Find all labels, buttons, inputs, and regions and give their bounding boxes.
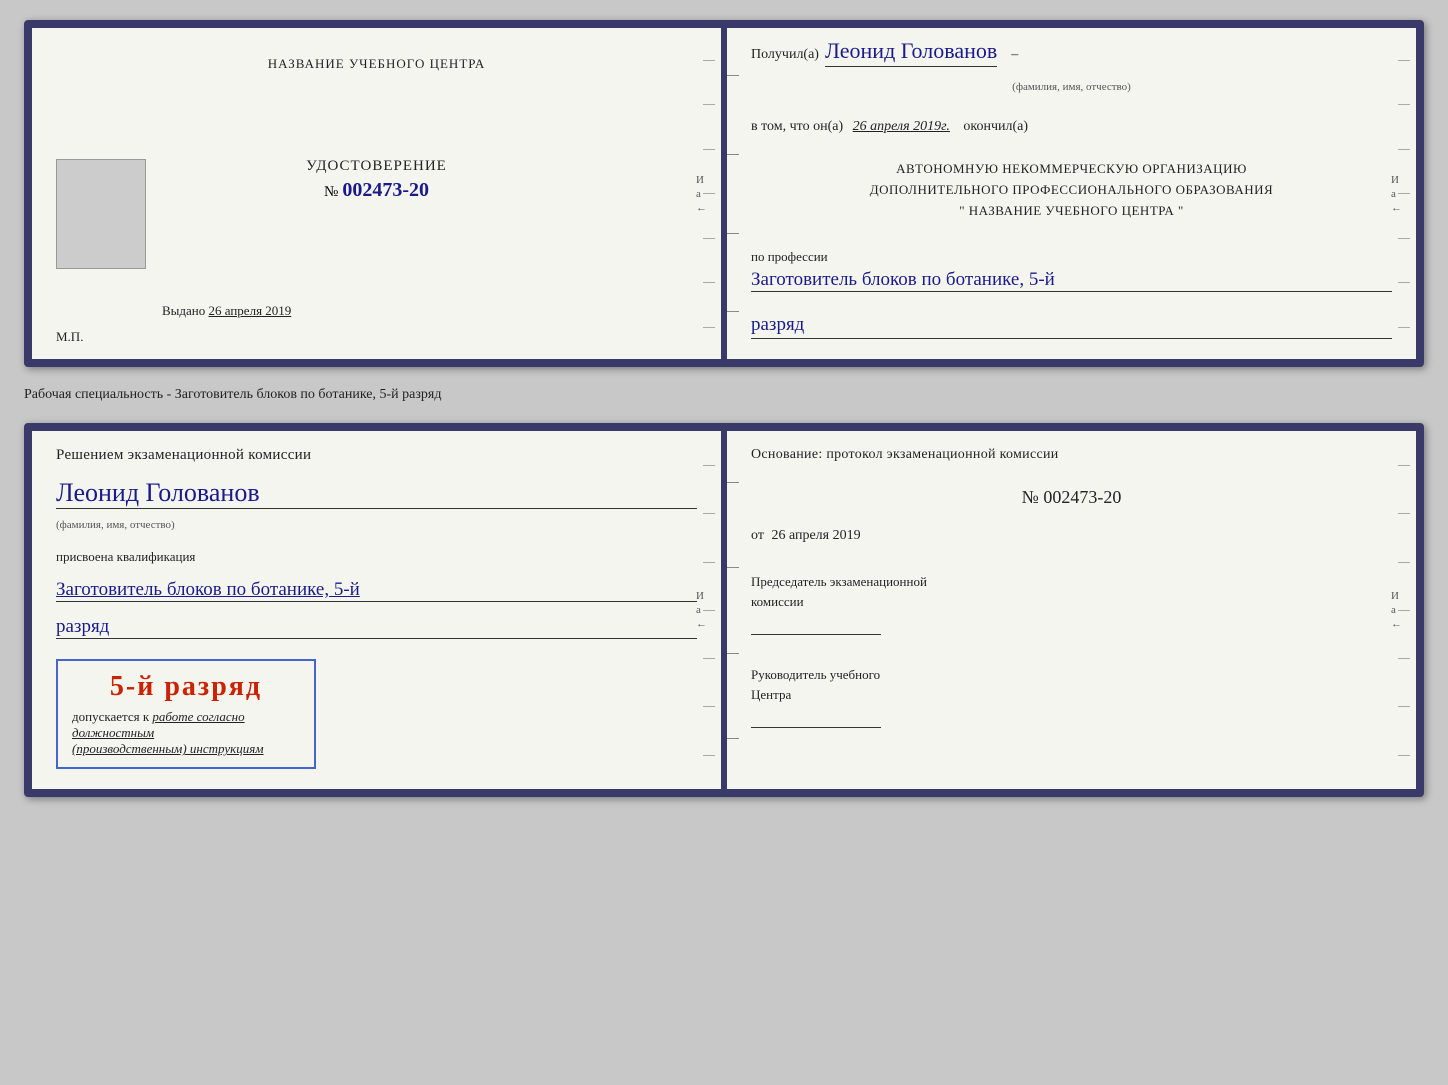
fio-hint-top: (фамилия, имя, отчество) [751,81,1392,93]
chairman-sig-line [751,615,881,635]
date-val: 26 апреля 2019г. [853,119,950,134]
issued-date: 26 апреля 2019 [209,303,292,318]
top-left-panel: НАЗВАНИЕ УЧЕБНОГО ЦЕНТРА УДОСТОВЕРЕНИЕ №… [32,28,721,359]
bottom-left-panel: Решением экзаменационной комиссии Леонид… [32,431,721,789]
bottom-document-card: Решением экзаменационной комиссии Леонид… [24,423,1424,797]
issued-date-line: Выдано 26 апреля 2019 [162,303,291,319]
spine-deco-right [721,28,739,359]
head-label-text: Руководитель учебного [751,667,880,682]
received-line: Получил(а) Леонид Голованов – [751,38,1392,67]
chairman-label2: комиссии [751,594,804,609]
person-name-top: Леонид Голованов [825,38,997,67]
training-center-label: НАЗВАНИЕ УЧЕБНОГО ЦЕНТРА [268,56,485,72]
proto-date-prefix: от [751,528,764,543]
head-label2: Центра [751,687,791,702]
proto-number: № 002473-20 [751,487,1392,508]
head-label: Руководитель учебного Центра [751,665,1392,704]
received-prefix: Получил(а) [751,47,819,63]
head-sig-line [751,708,881,728]
photo-placeholder [56,159,146,269]
cert-number: 002473-20 [342,179,429,202]
head-block: Руководитель учебного Центра [751,665,1392,728]
date-suffix: окончил(а) [963,119,1028,134]
fio-hint-bottom: (фамилия, имя, отчество) [56,519,697,531]
profession-val: Заготовитель блоков по ботанике, 5-й [751,269,1392,292]
issued-prefix: Выдано [162,303,205,318]
right-letters-top: И а ← [696,174,707,214]
proto-date: от 26 апреля 2019 [751,528,1392,544]
org-line1: АВТОНОМНУЮ НЕКОММЕРЧЕСКУЮ ОРГАНИЗАЦИЮ [751,159,1392,180]
date-prefix: в том, что он(а) [751,119,843,134]
grade-italic2: (производственным) инструкциям [72,741,300,757]
org-block: АВТОНОМНУЮ НЕКОММЕРЧЕСКУЮ ОРГАНИЗАЦИЮ ДО… [751,159,1392,221]
specialty-text: Рабочая специальность - Заготовитель бло… [24,383,1424,407]
bottom-right-panel: Основание: протокол экзаменационной коми… [721,431,1416,789]
cert-type-label: УДОСТОВЕРЕНИЕ [306,158,447,175]
qual-assigned: присвоена квалификация [56,549,697,565]
org-line3: " НАЗВАНИЕ УЧЕБНОГО ЦЕНТРА " [751,201,1392,222]
top-document-card: НАЗВАНИЕ УЧЕБНОГО ЦЕНТРА УДОСТОВЕРЕНИЕ №… [24,20,1424,367]
page-wrapper: НАЗВАНИЕ УЧЕБНОГО ЦЕНТРА УДОСТОВЕРЕНИЕ №… [24,20,1424,797]
bottom-right-letters: И а ← [1391,590,1402,630]
proto-date-val: 26 апреля 2019 [771,528,860,543]
profession-label: по профессии [751,249,1392,265]
org-line2: ДОПОЛНИТЕЛЬНОГО ПРОФЕССИОНАЛЬНОГО ОБРАЗО… [751,180,1392,201]
qual-val: Заготовитель блоков по ботанике, 5-й [56,579,697,602]
commission-decision: Решением экзаменационной комиссии [56,447,697,464]
bottom-left-letters: И а ← [696,590,707,630]
spine-deco-bottom-right [721,431,739,789]
top-right-panel: Получил(а) Леонид Голованов – (фамилия, … [721,28,1416,359]
chairman-label: Председатель экзаменационной комиссии [751,572,1392,611]
basis-title: Основание: протокол экзаменационной коми… [751,447,1392,463]
grade-text: допускается к работе согласно должностны… [72,709,300,741]
chairman-label-text: Председатель экзаменационной [751,574,927,589]
person-name-bottom: Леонид Голованов [56,478,697,509]
rank-val-top: разряд [751,314,1392,339]
rank-val-bottom: разряд [56,616,697,639]
grade-title: 5-й разряд [72,671,300,703]
mp-label: М.П. [56,329,83,345]
chairman-block: Председатель экзаменационной комиссии [751,572,1392,635]
cert-number-prefix: № [324,184,338,201]
right-letters-top2: И а ← [1391,174,1402,214]
grade-box: 5-й разряд допускается к работе согласно… [56,659,316,769]
grade-prefix: допускается к [72,709,149,724]
date-line: в том, что он(а) 26 апреля 2019г. окончи… [751,119,1392,135]
